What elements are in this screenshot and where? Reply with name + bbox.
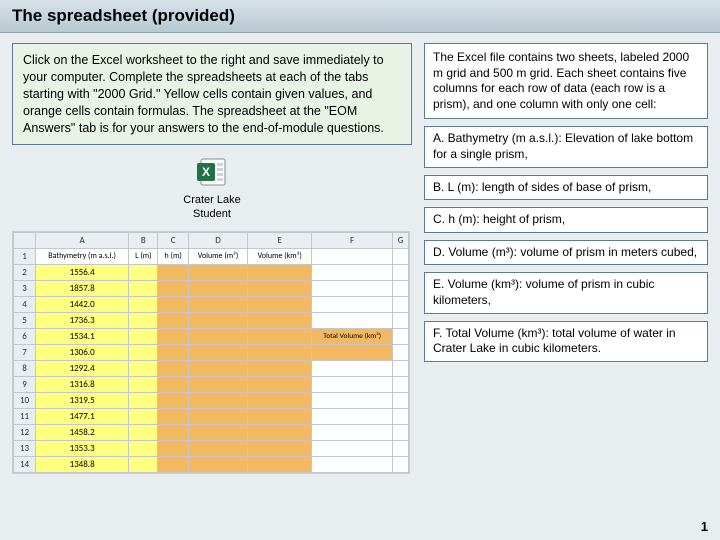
table-row: 121458.2 <box>14 424 409 440</box>
column-desc-b: B. L (m): length of sides of base of pri… <box>424 175 708 201</box>
table-row: 71306.0 <box>14 344 409 360</box>
table-row: 61534.1Total Volume (km³) <box>14 328 409 344</box>
table-row: 31857.8 <box>14 280 409 296</box>
table-row: 141348.8 <box>14 456 409 472</box>
table-row: 51736.3 <box>14 312 409 328</box>
left-column: Click on the Excel worksheet to the righ… <box>12 43 412 474</box>
table-row: 81292.4 <box>14 360 409 376</box>
table-row: 41442.0 <box>14 296 409 312</box>
instructions-box: Click on the Excel worksheet to the righ… <box>12 43 412 145</box>
content-area: Click on the Excel worksheet to the righ… <box>0 33 720 474</box>
right-column: The Excel file contains two sheets, labe… <box>424 43 708 474</box>
intro-description-box: The Excel file contains two sheets, labe… <box>424 43 708 119</box>
column-desc-e: E. Volume (km³): volume of prism in cubi… <box>424 272 708 313</box>
excel-caption: Crater Lake Student <box>12 194 412 220</box>
col-header-row: A B C D E F G <box>14 232 409 248</box>
column-desc-c: C. h (m): height of prism, <box>424 207 708 233</box>
table-row: 111477.1 <box>14 408 409 424</box>
spreadsheet-preview: A B C D E F G 1 Bathymetry (m a.s.l.) L … <box>12 231 410 474</box>
excel-icon: X <box>195 157 229 187</box>
table-row: 21556.4 <box>14 264 409 280</box>
page-number: 1 <box>701 519 708 534</box>
page-title: The spreadsheet (provided) <box>12 6 708 26</box>
table-row: 91316.8 <box>14 376 409 392</box>
table-row: 101319.5 <box>14 392 409 408</box>
table-row: 131353.3 <box>14 440 409 456</box>
spreadsheet-table: A B C D E F G 1 Bathymetry (m a.s.l.) L … <box>13 232 409 473</box>
data-header-row: 1 Bathymetry (m a.s.l.) L (m) h (m) Volu… <box>14 248 409 264</box>
column-desc-a: A. Bathymetry (m a.s.l.): Elevation of l… <box>424 126 708 167</box>
header: The spreadsheet (provided) <box>0 0 720 33</box>
column-desc-f: F. Total Volume (km³): total volume of w… <box>424 321 708 362</box>
svg-text:X: X <box>202 165 210 179</box>
excel-link[interactable]: X Crater Lake Student <box>12 157 412 220</box>
column-desc-d: D. Volume (m³): volume of prism in meter… <box>424 240 708 266</box>
